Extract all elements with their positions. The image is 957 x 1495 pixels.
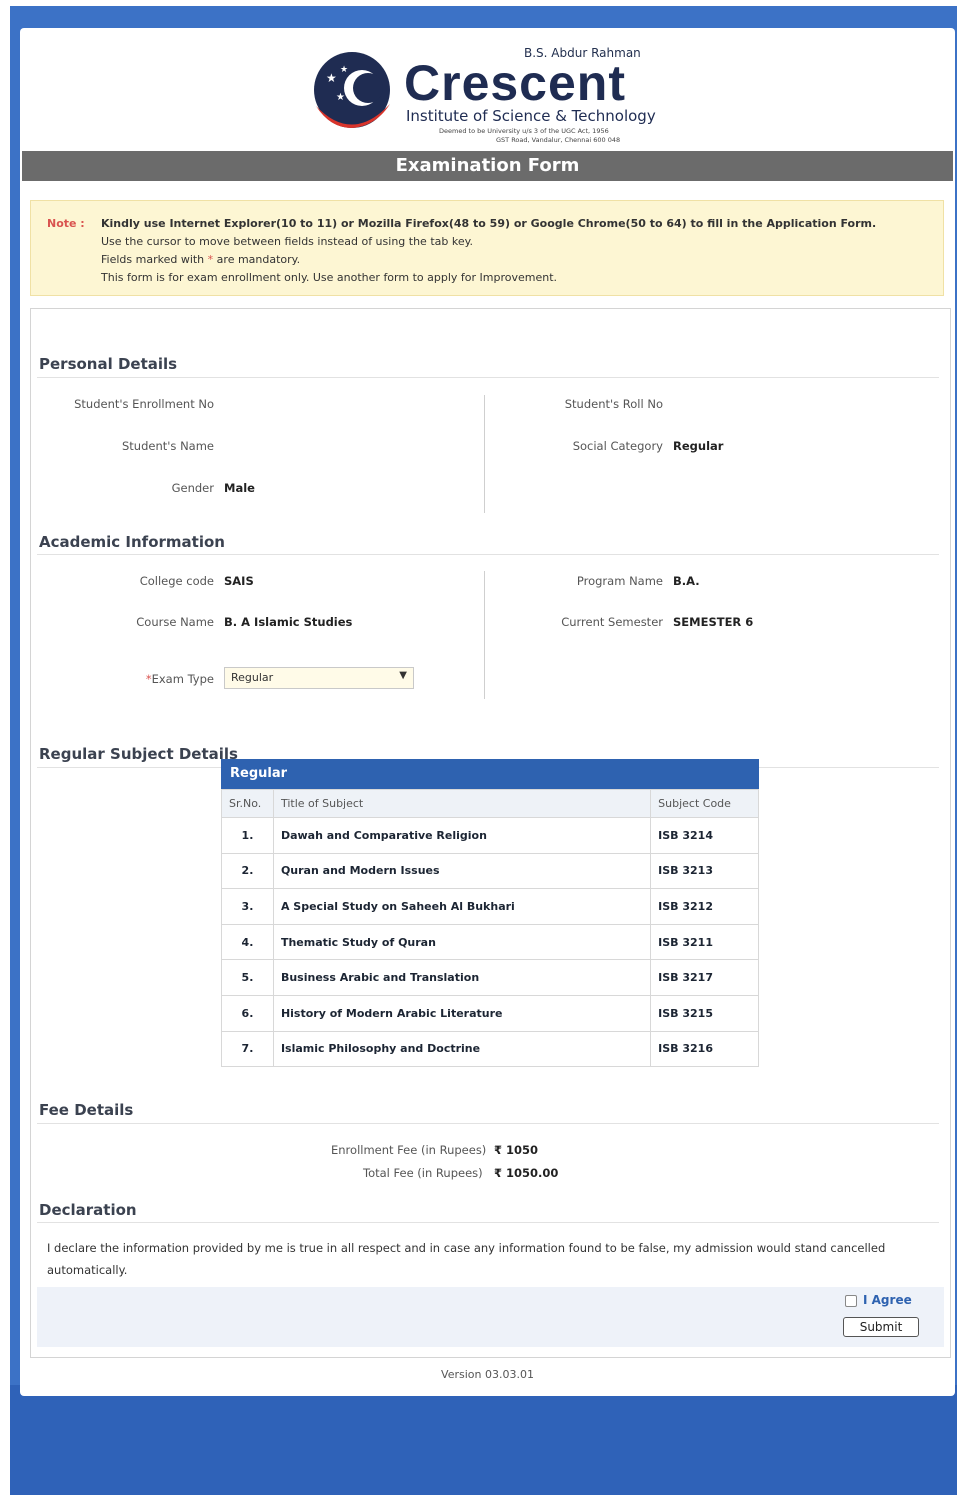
- required-star: *: [207, 253, 214, 266]
- col-code: Subject Code: [650, 789, 759, 818]
- enrollment-no-label: Student's Enrollment No: [74, 397, 214, 411]
- table-row: 7. Islamic Philosophy and Doctrine ISB 3…: [221, 1030, 759, 1068]
- total-fee-value: ₹ 1050.00: [494, 1166, 559, 1180]
- college-code-label: College code: [139, 574, 214, 588]
- row-subject-title: Thematic Study of Quran: [272, 923, 652, 961]
- row-subject-code: ISB 3216: [650, 1030, 759, 1068]
- chevron-down-icon: ▼: [399, 670, 407, 681]
- page-title: Examination Form: [22, 151, 953, 181]
- enrollment-fee-label: Enrollment Fee (in Rupees): [331, 1143, 487, 1157]
- enrollment-fee-value: ₹ 1050: [494, 1143, 539, 1157]
- row-subject-title: A Special Study on Saheeh Al Bukhari: [272, 888, 652, 925]
- program-name-label: Program Name: [576, 574, 663, 588]
- course-name-label: Course Name: [136, 615, 214, 629]
- current-semester-label: Current Semester: [561, 615, 663, 629]
- brand-accreditation: Deemed to be University u/s 3 of the UGC…: [439, 127, 609, 135]
- column-divider: [484, 395, 485, 513]
- gender-label: Gender: [171, 481, 214, 495]
- note-label: Note :: [47, 217, 85, 230]
- note-box: Note : Kindly use Internet Explorer(10 t…: [30, 200, 944, 296]
- svg-text:★: ★: [336, 92, 345, 103]
- row-subject-code: ISB 3211: [650, 923, 759, 961]
- row-subject-code: ISB 3215: [650, 994, 759, 1032]
- row-subject-title: Business Arabic and Translation: [272, 959, 652, 996]
- course-name-value: B. A Islamic Studies: [224, 615, 353, 629]
- row-sr-no: 1.: [221, 817, 274, 854]
- declaration-text: I declare the information provided by me…: [47, 1241, 886, 1277]
- institution-logo: ★ ★ ★ B.S. Abdur Rahman Crescent Institu…: [306, 38, 686, 148]
- row-sr-no: 3.: [221, 888, 274, 925]
- agree-checkbox[interactable]: [845, 1295, 857, 1307]
- brand-name: Crescent: [404, 55, 626, 111]
- divider: [37, 377, 939, 378]
- subject-details-title: Regular Subject Details: [39, 745, 238, 763]
- table-row: 6. History of Modern Arabic Literature I…: [221, 994, 759, 1032]
- table-row: 2. Quran and Modern Issues ISB 3213: [221, 852, 759, 890]
- gender-value: Male: [224, 481, 255, 495]
- col-sr-no: Sr.No.: [221, 789, 274, 818]
- agree-bar: I Agree Submit: [37, 1287, 944, 1347]
- subjects-grid: Sr.No. Title of Subject Subject Code 1. …: [221, 789, 759, 1068]
- table-row: 1. Dawah and Comparative Religion ISB 32…: [221, 817, 759, 854]
- personal-details-title: Personal Details: [39, 355, 178, 373]
- divider: [37, 1123, 939, 1124]
- svg-text:★: ★: [326, 71, 337, 85]
- row-sr-no: 7.: [221, 1030, 274, 1068]
- roll-no-label: Student's Roll No: [564, 397, 663, 411]
- program-name-value: B.A.: [673, 574, 700, 588]
- version-text: Version 03.03.01: [441, 1368, 534, 1381]
- note-mandatory-text: Fields marked with * are mandatory.: [101, 253, 301, 266]
- row-sr-no: 2.: [221, 852, 274, 890]
- row-subject-title: Quran and Modern Issues: [272, 852, 652, 890]
- col-title: Title of Subject: [272, 789, 652, 818]
- row-sr-no: 5.: [221, 959, 274, 996]
- social-category-label: Social Category: [572, 439, 663, 453]
- exam-type-selected: Regular: [231, 671, 274, 684]
- fee-details-title: Fee Details: [39, 1101, 134, 1119]
- social-category-value: Regular: [673, 439, 724, 453]
- row-subject-code: ISB 3212: [650, 888, 759, 925]
- row-subject-title: Dawah and Comparative Religion: [272, 817, 652, 854]
- note-browser-text: Kindly use Internet Explorer(10 to 11) o…: [101, 217, 877, 230]
- row-subject-code: ISB 3217: [650, 959, 759, 996]
- crescent-logo-icon: ★ ★ ★: [314, 52, 390, 128]
- divider: [37, 554, 939, 555]
- exam-type-label: *Exam Type: [145, 672, 214, 686]
- subjects-table-title: Regular: [221, 759, 759, 789]
- table-row: 3. A Special Study on Saheeh Al Bukhari …: [221, 888, 759, 925]
- divider: [37, 1222, 939, 1223]
- row-subject-title: History of Modern Arabic Literature: [272, 994, 652, 1032]
- note-enrollment-text: This form is for exam enrollment only. U…: [101, 271, 558, 284]
- row-subject-title: Islamic Philosophy and Doctrine: [272, 1030, 652, 1068]
- note-cursor-text: Use the cursor to move between fields in…: [101, 235, 474, 248]
- column-divider: [484, 571, 485, 699]
- brand-address: GST Road, Vandalur, Chennai 600 048: [496, 136, 621, 144]
- svg-text:★: ★: [340, 65, 348, 75]
- college-code-value: SAIS: [224, 574, 254, 588]
- row-subject-code: ISB 3214: [650, 817, 759, 854]
- form-page: ★ ★ ★ B.S. Abdur Rahman Crescent Institu…: [20, 28, 955, 1396]
- row-sr-no: 4.: [221, 923, 274, 961]
- table-row: 4. Thematic Study of Quran ISB 3211: [221, 923, 759, 961]
- table-row: 5. Business Arabic and Translation ISB 3…: [221, 959, 759, 996]
- declaration-title: Declaration: [39, 1201, 137, 1219]
- exam-type-select[interactable]: Regular ▼: [224, 667, 414, 689]
- total-fee-label: Total Fee (in Rupees): [363, 1166, 483, 1180]
- row-sr-no: 6.: [221, 994, 274, 1032]
- student-name-label: Student's Name: [121, 439, 214, 453]
- submit-button[interactable]: Submit: [843, 1317, 919, 1337]
- table-header-row: Sr.No. Title of Subject Subject Code: [221, 789, 759, 818]
- form-panel: Personal Details Student's Enrollment No…: [30, 308, 951, 1358]
- brand-subtitle: Institute of Science & Technology: [406, 107, 656, 125]
- row-subject-code: ISB 3213: [650, 852, 759, 890]
- note-body: Kindly use Internet Explorer(10 to 11) o…: [101, 215, 876, 287]
- subjects-table: Regular Sr.No. Title of Subject Subject …: [221, 759, 759, 1068]
- academic-info-title: Academic Information: [39, 533, 225, 551]
- current-semester-value: SEMESTER 6: [673, 615, 754, 629]
- agree-label[interactable]: I Agree: [863, 1293, 912, 1307]
